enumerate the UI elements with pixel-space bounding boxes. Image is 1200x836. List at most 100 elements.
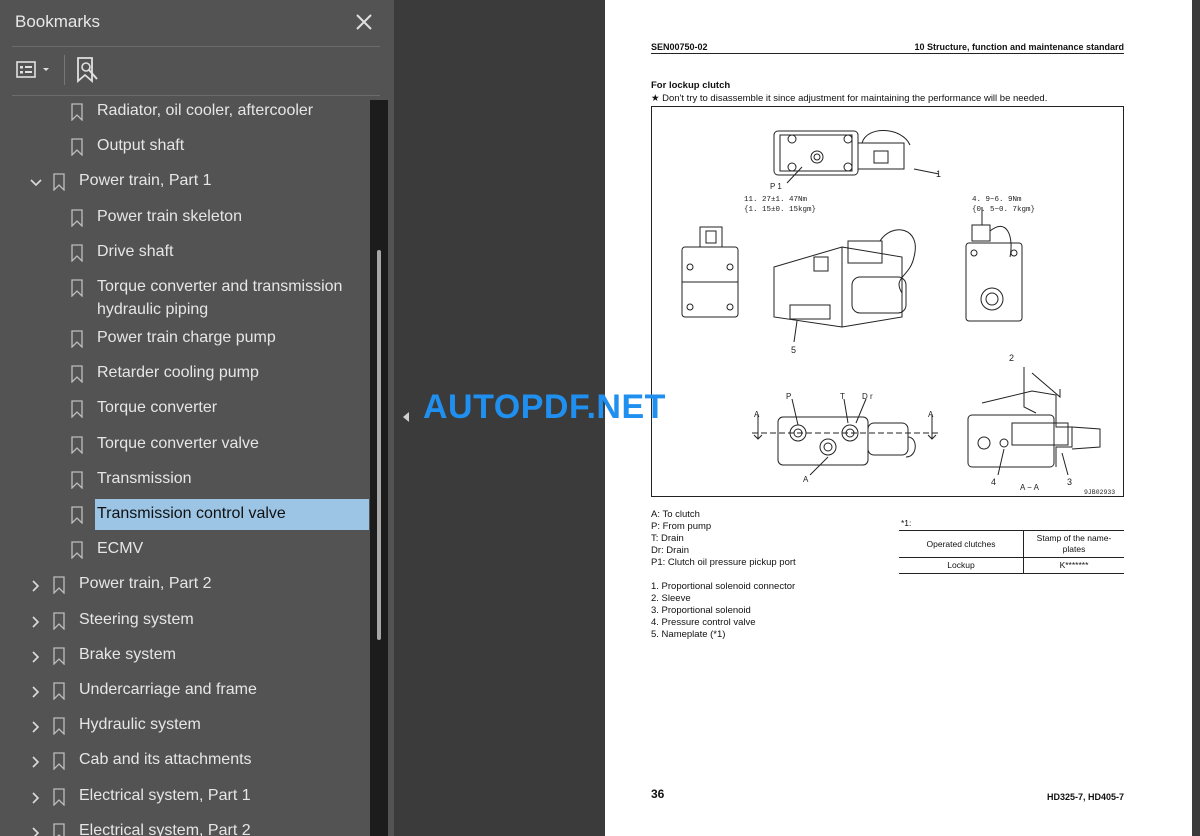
port-p-label: P — [786, 392, 791, 401]
bookmark-search-icon[interactable] — [73, 55, 101, 85]
callout-4: 4 — [991, 477, 996, 487]
bookmark-icon — [71, 103, 83, 121]
watermark: AUTOPDF.NET — [423, 388, 666, 426]
bookmark-icon — [53, 752, 65, 771]
bookmark-item[interactable]: Transmission control valve — [0, 499, 370, 534]
doc-code: SEN00750-02 — [651, 42, 708, 52]
torque-left-kgm: {1. 15±0. 15kgm} — [744, 206, 816, 214]
bookmark-label: Transmission control valve — [97, 505, 286, 522]
bookmark-label: Undercarriage and frame — [79, 681, 257, 698]
bookmark-icon — [71, 244, 83, 262]
bookmark-icon — [53, 682, 65, 700]
table-header-stamp: Stamp of the name- plates — [1023, 530, 1124, 558]
bookmark-label: Power train, Part 1 — [79, 172, 212, 190]
bookmark-icon — [71, 471, 83, 489]
section-mark-left: A — [754, 410, 760, 419]
bookmark-label: Torque converter and transmission hydrau… — [97, 278, 343, 318]
table-note: *1: — [901, 518, 912, 528]
bookmark-item[interactable]: Steering system — [0, 605, 370, 640]
bookmark-item[interactable]: Brake system — [0, 640, 370, 675]
bookmark-item[interactable]: ECMV — [0, 534, 370, 569]
header-rule — [651, 53, 1124, 54]
table-header-clutches: Operated clutches — [899, 530, 1024, 558]
figure-id: 9JB02933 — [1084, 489, 1115, 496]
chevron-right-icon[interactable] — [28, 825, 44, 836]
chevron-right-icon[interactable] — [28, 754, 44, 770]
bookmark-label: Cab and its attachments — [79, 751, 252, 769]
bookmark-item[interactable]: Undercarriage and frame — [0, 675, 370, 710]
port-p1-label: P 1 — [770, 182, 782, 191]
bookmark-item[interactable]: Electrical system, Part 1 — [0, 781, 370, 816]
bookmark-label: Radiator, oil cooler, aftercooler — [97, 102, 314, 119]
torque-right-nm: 4. 9~6. 9Nm — [972, 196, 1022, 204]
stamp-header-line1: Stamp of the name- — [1036, 533, 1112, 543]
bookmark-item[interactable]: Torque converter valve — [0, 429, 370, 464]
bookmark-icon — [71, 330, 83, 348]
chevron-right-icon[interactable] — [28, 578, 44, 594]
chevron-right-icon[interactable] — [28, 649, 44, 665]
bookmark-icon — [71, 208, 83, 227]
legend-item: A: To clutch — [651, 509, 700, 520]
chevron-right-icon[interactable] — [28, 684, 44, 700]
bookmark-icon — [53, 823, 65, 836]
chevron-right-icon[interactable] — [28, 614, 44, 630]
legend-item: Dr: Drain — [651, 545, 690, 556]
chevron-right-icon[interactable] — [28, 719, 44, 735]
bookmark-item[interactable]: Drive shaft — [0, 237, 370, 272]
bookmark-item[interactable]: Cab and its attachments — [0, 745, 370, 780]
legend-item: P1: Clutch oil pressure pickup port — [651, 557, 796, 568]
bookmark-item[interactable]: Power train, Part 2 — [0, 569, 370, 604]
bookmark-item[interactable]: Retarder cooling pump — [0, 358, 370, 393]
bookmark-label: Brake system — [79, 645, 176, 663]
scrollbar[interactable] — [370, 100, 388, 836]
bookmark-item[interactable]: Output shaft — [0, 131, 370, 166]
section-title: 10 Structure, function and maintenance s… — [914, 42, 1124, 52]
bookmark-item[interactable]: Power train skeleton — [0, 202, 370, 237]
bookmark-label: Torque converter — [97, 399, 218, 417]
bookmark-label: Electrical system, Part 1 — [79, 786, 251, 804]
bookmark-item[interactable]: Electrical system, Part 2 — [0, 816, 370, 836]
chevron-down-icon[interactable] — [28, 175, 44, 191]
bookmark-icon — [71, 506, 83, 524]
subheading: For lockup clutch — [651, 80, 731, 91]
table-cell-lockup: Lockup — [899, 557, 1024, 574]
bookmark-item[interactable]: Torque converter and transmission hydrau… — [0, 272, 370, 323]
part-item: 4. Pressure control valve — [651, 617, 756, 628]
caution-note: ★ Don't try to disassemble it since adju… — [651, 93, 1048, 104]
callout-3: 3 — [1067, 477, 1072, 487]
bookmarks-toolbar — [0, 47, 394, 95]
bookmark-icon — [53, 717, 65, 736]
table-cell-stamp: K******* — [1023, 557, 1124, 574]
bookmark-item[interactable]: Radiator, oil cooler, aftercooler — [0, 96, 370, 131]
list-options-icon[interactable] — [14, 57, 56, 83]
nameplate-table: Operated clutches Stamp of the name- pla… — [899, 530, 1124, 574]
bookmark-icon — [53, 647, 65, 665]
chevron-right-icon[interactable] — [28, 790, 44, 806]
bookmark-icon — [71, 279, 83, 297]
close-icon[interactable] — [353, 11, 375, 33]
bookmark-item[interactable]: Hydraulic system — [0, 710, 370, 745]
part-item: 2. Sleeve — [651, 593, 691, 604]
torque-left-nm: 11. 27±1. 47Nm — [744, 196, 808, 204]
collapse-panel-icon[interactable] — [400, 408, 412, 426]
scrollbar-thumb[interactable] — [377, 250, 381, 640]
bookmark-icon — [71, 138, 83, 157]
bookmark-label: Transmission — [97, 469, 192, 487]
torque-right-kgm: {0. 5~0. 7kgm} — [972, 206, 1035, 214]
bookmark-item[interactable]: Power train charge pump — [0, 323, 370, 358]
port-a-label: A — [803, 475, 809, 484]
bookmarks-panel: Bookmarks Radiator, oil cooler, aftercoo… — [0, 0, 394, 836]
bookmark-item[interactable]: Power train, Part 1 — [0, 166, 370, 201]
callout-2: 2 — [1009, 353, 1014, 363]
bookmark-icon — [71, 400, 83, 419]
bookmark-item[interactable]: Torque converter — [0, 393, 370, 428]
bookmark-icon — [71, 365, 83, 384]
bookmark-label: Power train skeleton — [97, 207, 242, 225]
bookmark-item[interactable]: Transmission — [0, 464, 370, 499]
bookmark-label: Torque converter valve — [97, 434, 259, 452]
section-label: A − A — [1020, 483, 1040, 492]
model-names: HD325-7, HD405-7 — [1046, 792, 1124, 802]
valve-drawing: 1 P 1 11. 27±1. 47Nm {1. 15±0. 15kgm} 4.… — [681, 130, 1115, 496]
stamp-header-line2: plates — [1062, 544, 1086, 554]
part-item: 5. Nameplate (*1) — [651, 629, 726, 640]
